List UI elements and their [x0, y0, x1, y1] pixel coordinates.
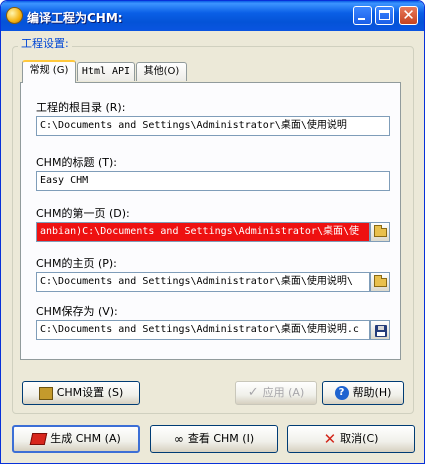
save-icon	[375, 325, 387, 337]
folder-open-icon	[374, 275, 387, 287]
root-dir-label: 工程的根目录 (R):	[36, 101, 126, 114]
help-button[interactable]: ? 帮助(H)	[322, 381, 404, 405]
help-icon: ?	[334, 386, 349, 400]
chm-title-field[interactable]: Easy CHM	[36, 171, 390, 191]
project-settings-label: 工程设置:	[18, 37, 72, 51]
settings-icon	[38, 386, 53, 400]
book-icon	[29, 433, 48, 445]
first-page-label: CHM的第一页 (D):	[36, 207, 130, 220]
root-dir-field[interactable]: C:\Documents and Settings\Administrator\…	[36, 116, 390, 136]
minimize-icon	[358, 18, 365, 20]
cancel-button[interactable]: ✕ 取消(C)	[287, 425, 415, 453]
first-page-field[interactable]: anbian)C:\Documents and Settings\Adminis…	[36, 222, 370, 242]
chm-settings-button[interactable]: CHM设置 (S)	[22, 381, 140, 405]
maximize-icon	[379, 10, 390, 20]
first-page-browse-button[interactable]	[370, 222, 390, 242]
home-page-browse-button[interactable]	[370, 272, 390, 292]
build-chm-button[interactable]: 生成 CHM (A)	[12, 425, 140, 453]
minimize-button[interactable]	[353, 6, 372, 25]
save-as-browse-button[interactable]	[370, 320, 390, 340]
glasses-icon: ∞	[173, 432, 184, 446]
cancel-icon: ✕	[323, 430, 337, 448]
tab-general[interactable]: 常规 (G)	[22, 60, 76, 83]
window-title: 编译工程为CHM:	[27, 11, 123, 25]
folder-open-icon	[374, 225, 387, 237]
save-as-field[interactable]: C:\Documents and Settings\Administrator\…	[36, 320, 370, 340]
title-bar[interactable]: 编译工程为CHM: ✕	[1, 1, 424, 31]
home-page-field[interactable]: C:\Documents and Settings\Administrator\…	[36, 272, 370, 292]
apply-button[interactable]: ✓ 应用 (A)	[235, 381, 317, 405]
tab-other[interactable]: 其他(O)	[136, 62, 187, 81]
tab-html-api[interactable]: Html API	[77, 62, 135, 81]
maximize-button[interactable]	[375, 6, 394, 25]
save-as-label: CHM保存为 (V):	[36, 305, 118, 318]
close-icon: ✕	[402, 6, 415, 24]
check-icon: ✓	[247, 385, 259, 400]
view-chm-button[interactable]: ∞ 查看 CHM (I)	[150, 425, 278, 453]
close-button[interactable]: ✕	[399, 6, 418, 25]
app-icon	[7, 8, 22, 23]
home-page-label: CHM的主页 (P):	[36, 257, 117, 270]
chm-title-label: CHM的标题 (T):	[36, 156, 117, 169]
